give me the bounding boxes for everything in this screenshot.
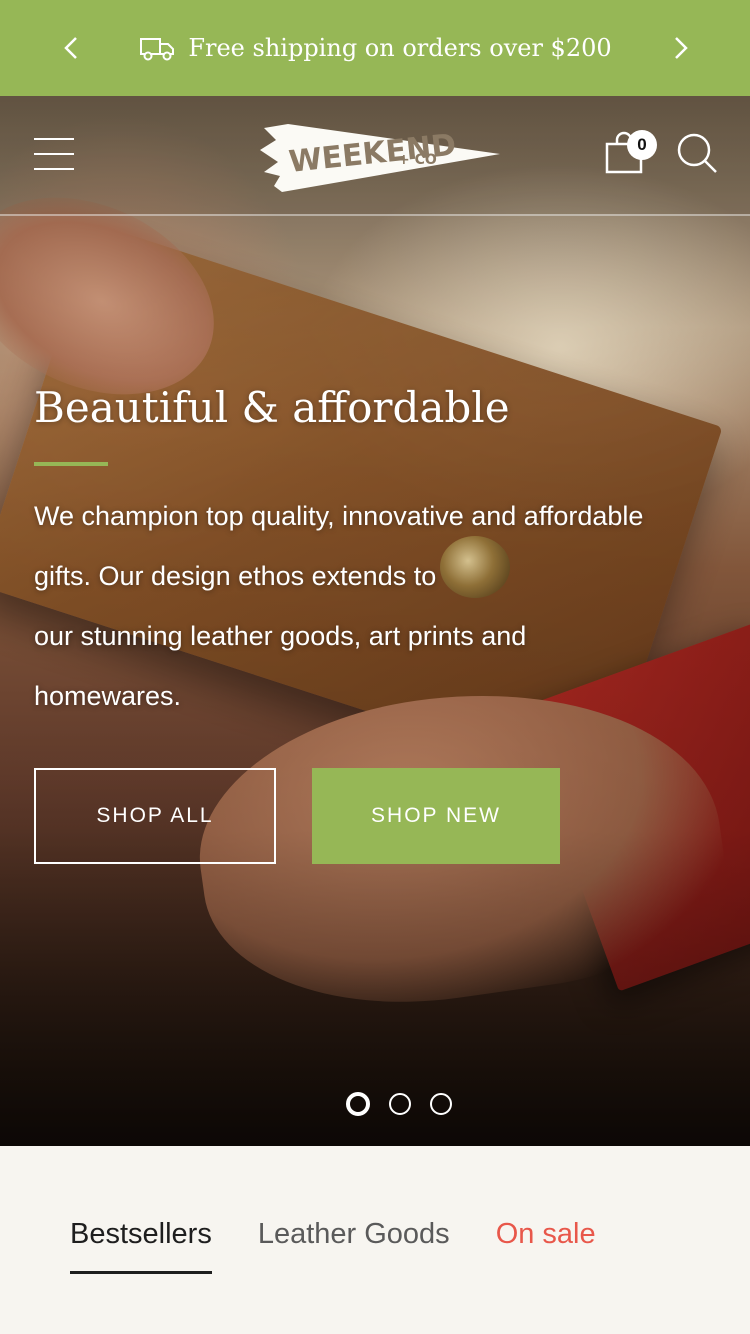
hamburger-menu-icon (34, 138, 74, 140)
hero-description-line: gifts. Our design ethos extends to (34, 561, 437, 591)
hero-description: We champion top quality, innovative and … (34, 486, 714, 726)
shop-all-button[interactable]: SHOP ALL (34, 768, 276, 864)
collection-tabs: Bestsellers Leather Goods On sale (70, 1218, 596, 1274)
hero-description-line: our stunning leather goods, art prints a… (34, 621, 527, 651)
slide-dot-1[interactable] (346, 1092, 370, 1116)
brand-logo[interactable]: WEEKEND + CO (252, 114, 502, 198)
slide-dot-2[interactable] (389, 1093, 411, 1115)
chevron-left-icon[interactable] (60, 30, 84, 66)
cart-count-badge: 0 (627, 130, 657, 160)
tab-leather-goods[interactable]: Leather Goods (258, 1218, 450, 1274)
hero-description-line: homewares. (34, 681, 182, 711)
menu-button[interactable] (34, 138, 74, 172)
tab-on-sale[interactable]: On sale (496, 1218, 596, 1274)
logo-suffix: + CO (398, 152, 437, 168)
announcement-message[interactable]: Free shipping on orders over $200 (138, 34, 612, 62)
hamburger-menu-icon-line (34, 168, 74, 170)
shop-new-button[interactable]: SHOP NEW (312, 768, 560, 864)
hero-title: Beautiful & affordable (34, 383, 510, 432)
slideshow-pagination (346, 1092, 452, 1116)
hero-description-line: We champion top quality, innovative and … (34, 501, 644, 531)
chevron-right-icon[interactable] (668, 30, 692, 66)
search-icon[interactable] (676, 132, 718, 174)
hero-slideshow: WEEKEND + CO 0 Beautiful & affordable We… (0, 96, 750, 1146)
slide-dot-3[interactable] (430, 1093, 452, 1115)
site-header: WEEKEND + CO 0 (0, 96, 750, 216)
delivery-truck-icon (140, 38, 175, 61)
title-accent-line (34, 462, 108, 466)
hamburger-menu-icon-line (34, 153, 74, 155)
tab-bestsellers[interactable]: Bestsellers (70, 1218, 212, 1274)
hero-content: Beautiful & affordable We champion top q… (34, 378, 714, 726)
announcement-bar: Free shipping on orders over $200 (0, 0, 750, 96)
announcement-text: Free shipping on orders over $200 (188, 34, 612, 62)
